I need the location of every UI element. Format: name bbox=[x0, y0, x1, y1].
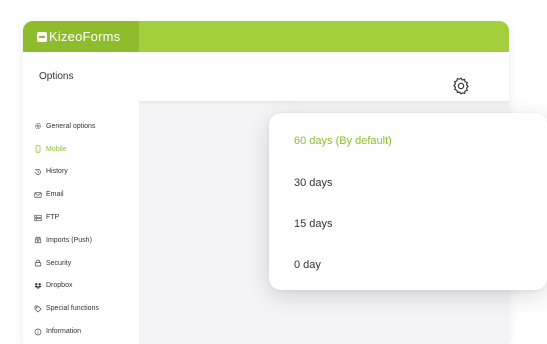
sidebar-item-label: General options bbox=[46, 122, 96, 130]
sidebar-item-label: Mobile bbox=[46, 145, 67, 153]
settings-gear-icon[interactable] bbox=[451, 76, 471, 96]
sidebar-item-label: Security bbox=[46, 259, 72, 267]
sidebar-item-label: Dropbox bbox=[46, 282, 73, 290]
dropdown-option-15-days[interactable]: 15 days bbox=[294, 214, 333, 234]
sidebar-item-label: Email bbox=[46, 191, 64, 199]
sidebar-item-ftp[interactable]: FTP bbox=[34, 206, 99, 229]
info-icon bbox=[34, 328, 42, 336]
sidebar-item-label: Special functions bbox=[46, 305, 99, 313]
sidebar-item-label: FTP bbox=[46, 214, 60, 222]
mobile-icon bbox=[34, 145, 42, 153]
page-title-text: Options bbox=[39, 71, 74, 82]
sidebar-item-general-options[interactable]: General options bbox=[34, 115, 99, 138]
retention-dropdown-menu: 60 days (By default) 30 days 15 days 0 d… bbox=[269, 113, 547, 290]
sidebar-item-history[interactable]: History bbox=[34, 161, 99, 184]
sidebar-nav: General options Mobile History Email FTP… bbox=[34, 115, 99, 343]
sidebar-item-security[interactable]: Security bbox=[34, 252, 99, 275]
logo-icon bbox=[37, 31, 47, 42]
lock-icon bbox=[34, 259, 42, 267]
server-icon bbox=[34, 214, 42, 222]
sidebar-item-dropbox[interactable]: Dropbox bbox=[34, 275, 99, 298]
sidebar-item-information[interactable]: Information bbox=[34, 320, 99, 343]
top-bar: KizeoForms bbox=[23, 21, 509, 52]
gear-icon bbox=[34, 122, 42, 130]
import-icon bbox=[34, 236, 42, 244]
brand-logo[interactable]: KizeoForms bbox=[23, 21, 139, 52]
dropdown-option-30-days[interactable]: 30 days bbox=[294, 173, 333, 193]
sidebar: General options Mobile History Email FTP… bbox=[23, 101, 139, 344]
dropdown-option-0-day[interactable]: 0 day bbox=[294, 255, 321, 275]
sidebar-item-label: History bbox=[46, 168, 68, 176]
sidebar-item-imports-push[interactable]: Imports (Push) bbox=[34, 229, 99, 252]
sidebar-item-label: Information bbox=[46, 328, 82, 336]
dropbox-icon bbox=[34, 282, 42, 290]
sidebar-item-email[interactable]: Email bbox=[34, 183, 99, 206]
dropdown-option-60-days[interactable]: 60 days (By default) bbox=[294, 131, 392, 151]
sidebar-item-mobile[interactable]: Mobile bbox=[34, 138, 99, 161]
history-icon bbox=[34, 168, 42, 176]
sidebar-item-special-functions[interactable]: Special functions bbox=[34, 297, 99, 320]
page-header: Options bbox=[23, 52, 509, 101]
tag-icon bbox=[34, 305, 42, 313]
email-icon bbox=[34, 191, 42, 199]
logo-text: KizeoForms bbox=[49, 29, 121, 44]
sidebar-item-label: Imports (Push) bbox=[46, 236, 92, 244]
